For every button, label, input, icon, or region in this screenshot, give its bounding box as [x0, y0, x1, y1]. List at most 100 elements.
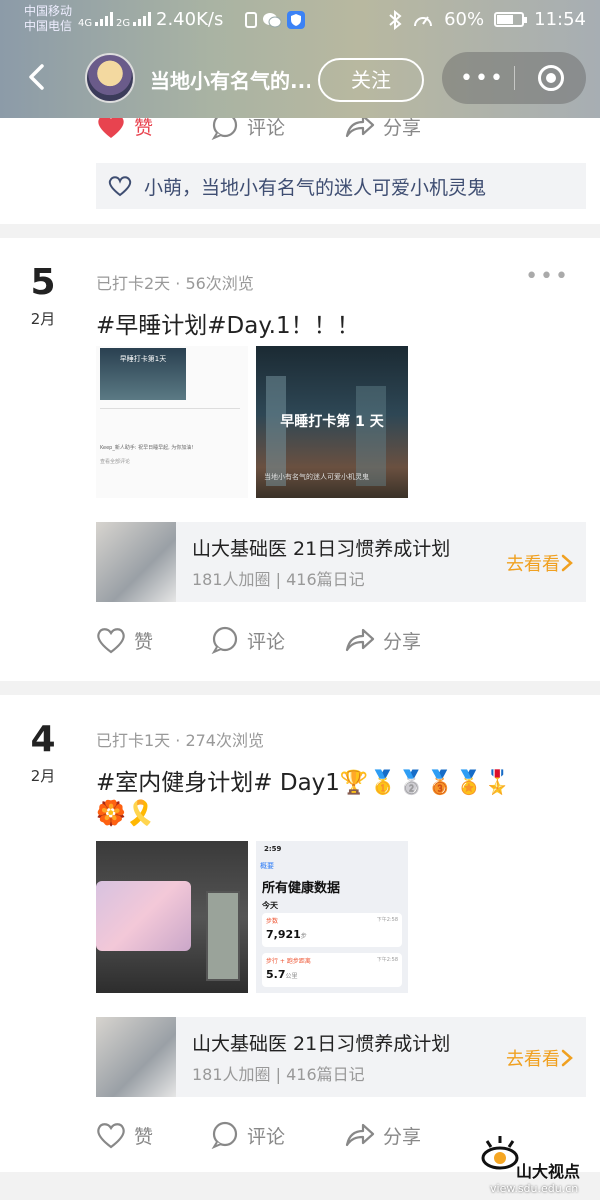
habit-stats: 181人加圈 | 416篇日记	[192, 570, 365, 589]
distance-time: 下午2:58	[376, 957, 398, 963]
clock: 11:54	[534, 9, 586, 30]
carrier-1: 中国移动	[24, 4, 73, 18]
comment-label: 评论	[247, 1125, 286, 1148]
message-icon	[245, 12, 257, 28]
habit-title: 山大基础医 21日习惯养成计划	[192, 1033, 451, 1055]
system-status: 60% 11:54	[388, 9, 586, 30]
action-row: 赞 评论 分享	[96, 626, 479, 654]
signal-1-label: 4G	[78, 18, 93, 29]
post-card: 5 2月 已打卡2天 · 56次浏览 ••• #早睡计划#Day.1！！！ 早睡…	[0, 238, 600, 681]
status-bar: 中国移动 中国电信 4G 2G 2.40K/s 60% 11:54	[0, 0, 600, 40]
habit-title: 山大基础医 21日习惯养成计划	[192, 538, 451, 560]
share-icon	[345, 1123, 375, 1147]
habit-circle-card[interactable]: 山大基础医 21日习惯养成计划 181人加圈 | 416篇日记 去看看	[96, 1017, 586, 1097]
post-day: 5	[30, 262, 56, 303]
post-title[interactable]: #室内健身计划# Day1🏆🥇🥈🥉🏅🎖️	[96, 763, 512, 797]
post-image-1[interactable]	[96, 841, 248, 993]
post-card-previous: 赞 评论 分享 小萌，当地小有名气的迷人可爱小机灵鬼	[0, 100, 600, 224]
image-2-heading: 所有健康数据	[262, 881, 341, 896]
likers-bar[interactable]: 小萌，当地小有名气的迷人可爱小机灵鬼	[96, 163, 586, 209]
share-button[interactable]: 分享	[343, 1121, 421, 1149]
eye-logo-icon	[481, 1136, 519, 1170]
speedometer-icon	[414, 15, 433, 26]
image-1-more: 查看全部评论	[100, 459, 131, 465]
distance-unit: 公里	[285, 973, 298, 980]
steps-time: 下午2:58	[376, 917, 398, 923]
signal-1-icon: 4G	[78, 12, 115, 29]
comment-button[interactable]: 评论	[211, 1121, 285, 1149]
distance-row: 步行 + 跑步距离 下午2:58 5.7公里	[262, 953, 402, 987]
share-button[interactable]: 分享	[343, 626, 421, 654]
habit-thumbnail	[96, 1017, 176, 1097]
wechat-icon	[263, 13, 282, 28]
post-image-2[interactable]: 2:59 概要 所有健康数据 今天 步数 下午2:58 7,921步 步行 + …	[256, 841, 408, 993]
building-shape	[356, 386, 386, 486]
post-image-1[interactable]: 早睡打卡第1天 Keep_新人助手: 祝早日睡早起, 为你加油! 查看全部评论	[96, 346, 248, 498]
image-2-back: 概要	[260, 862, 274, 870]
post-card: 4 2月 已打卡1天 · 274次浏览 #室内健身计划# Day1🏆🥇🥈🥉🏅🎖️…	[0, 695, 600, 1172]
carrier-info: 中国移动 中国电信	[24, 4, 72, 34]
capsule-divider	[514, 66, 515, 90]
close-miniprogram-icon[interactable]	[538, 65, 564, 91]
follow-button[interactable]: 关注	[318, 58, 424, 102]
post-more-icon[interactable]: •••	[525, 264, 570, 289]
habit-circle-card[interactable]: 山大基础医 21日习惯养成计划 181人加圈 | 416篇日记 去看看	[96, 522, 586, 602]
like-label: 赞	[134, 630, 154, 653]
distance-value: 5.7公里	[266, 968, 298, 981]
back-icon[interactable]	[22, 62, 52, 92]
action-row: 赞 评论 分享	[96, 1121, 479, 1149]
habit-thumbnail	[96, 522, 176, 602]
comment-icon	[211, 1121, 238, 1149]
scale-display	[206, 891, 240, 981]
more-options-icon[interactable]: •••	[460, 66, 505, 91]
image-2-caption: 当地小有名气的迷人可爱小机灵鬼	[264, 473, 369, 481]
heart-outline-icon	[108, 176, 132, 197]
like-button[interactable]: 赞	[96, 1121, 153, 1149]
habit-stats: 181人加圈 | 416篇日记	[192, 1065, 365, 1084]
battery-icon	[494, 12, 528, 27]
share-label: 分享	[383, 1125, 422, 1148]
post-month: 2月	[30, 767, 56, 785]
heart-outline-icon	[97, 628, 125, 654]
like-button[interactable]: 赞	[96, 626, 153, 654]
page-title[interactable]: 当地小有名气的...	[150, 65, 310, 94]
steps-number: 7,921	[266, 928, 301, 941]
habit-go-button[interactable]: 去看看	[506, 1045, 574, 1071]
habit-go-button[interactable]: 去看看	[506, 550, 574, 576]
image-2-today: 今天	[262, 901, 278, 910]
chevron-right-icon	[561, 554, 573, 572]
header: 中国移动 中国电信 4G 2G 2.40K/s 60% 11:54 当地小有名气…	[0, 0, 600, 118]
avatar[interactable]	[85, 53, 135, 103]
phone-photo	[96, 881, 191, 951]
steps-unit: 步	[300, 933, 307, 940]
habit-go-label: 去看看	[506, 554, 560, 575]
bluetooth-icon	[389, 9, 402, 30]
heart-outline-icon	[97, 1123, 125, 1149]
steps-label: 步数	[266, 918, 279, 925]
likers-text: 小萌，当地小有名气的迷人可爱小机灵鬼	[144, 176, 487, 199]
building-shape	[266, 376, 286, 486]
share-icon	[345, 628, 375, 652]
comment-icon	[211, 626, 238, 654]
signal-2-icon: 2G	[116, 12, 153, 29]
image-1-title: 早睡打卡第1天	[119, 355, 167, 363]
steps-value: 7,921步	[266, 928, 307, 941]
nav-bar: 当地小有名气的... 关注 •••	[0, 48, 600, 108]
watermark-logo: 山大视点 view.sdu.edu.cn	[478, 1134, 600, 1200]
post-title[interactable]: #早睡计划#Day.1！！！	[96, 306, 360, 340]
post-title-continued: 🏵️🎗️	[96, 799, 156, 827]
battery-percent: 60%	[444, 9, 485, 30]
comment-button[interactable]: 评论	[211, 626, 285, 654]
comment-label: 评论	[247, 630, 286, 653]
image-1-photo: 早睡打卡第1天	[100, 348, 186, 400]
distance-label: 步行 + 跑步距离	[266, 958, 311, 965]
post-month: 2月	[30, 310, 56, 328]
watermark-url: view.sdu.edu.cn	[490, 1182, 579, 1195]
post-day: 4	[30, 719, 56, 760]
post-image-2[interactable]: 早睡打卡第 1 天 当地小有名气的迷人可爱小机灵鬼	[256, 346, 408, 498]
image-1-divider	[100, 408, 240, 409]
like-label: 赞	[134, 1125, 154, 1148]
chevron-right-icon	[561, 1049, 573, 1067]
image-2-title: 早睡打卡第 1 天	[280, 414, 384, 430]
post-meta: 已打卡1天 · 274次浏览	[96, 731, 264, 750]
